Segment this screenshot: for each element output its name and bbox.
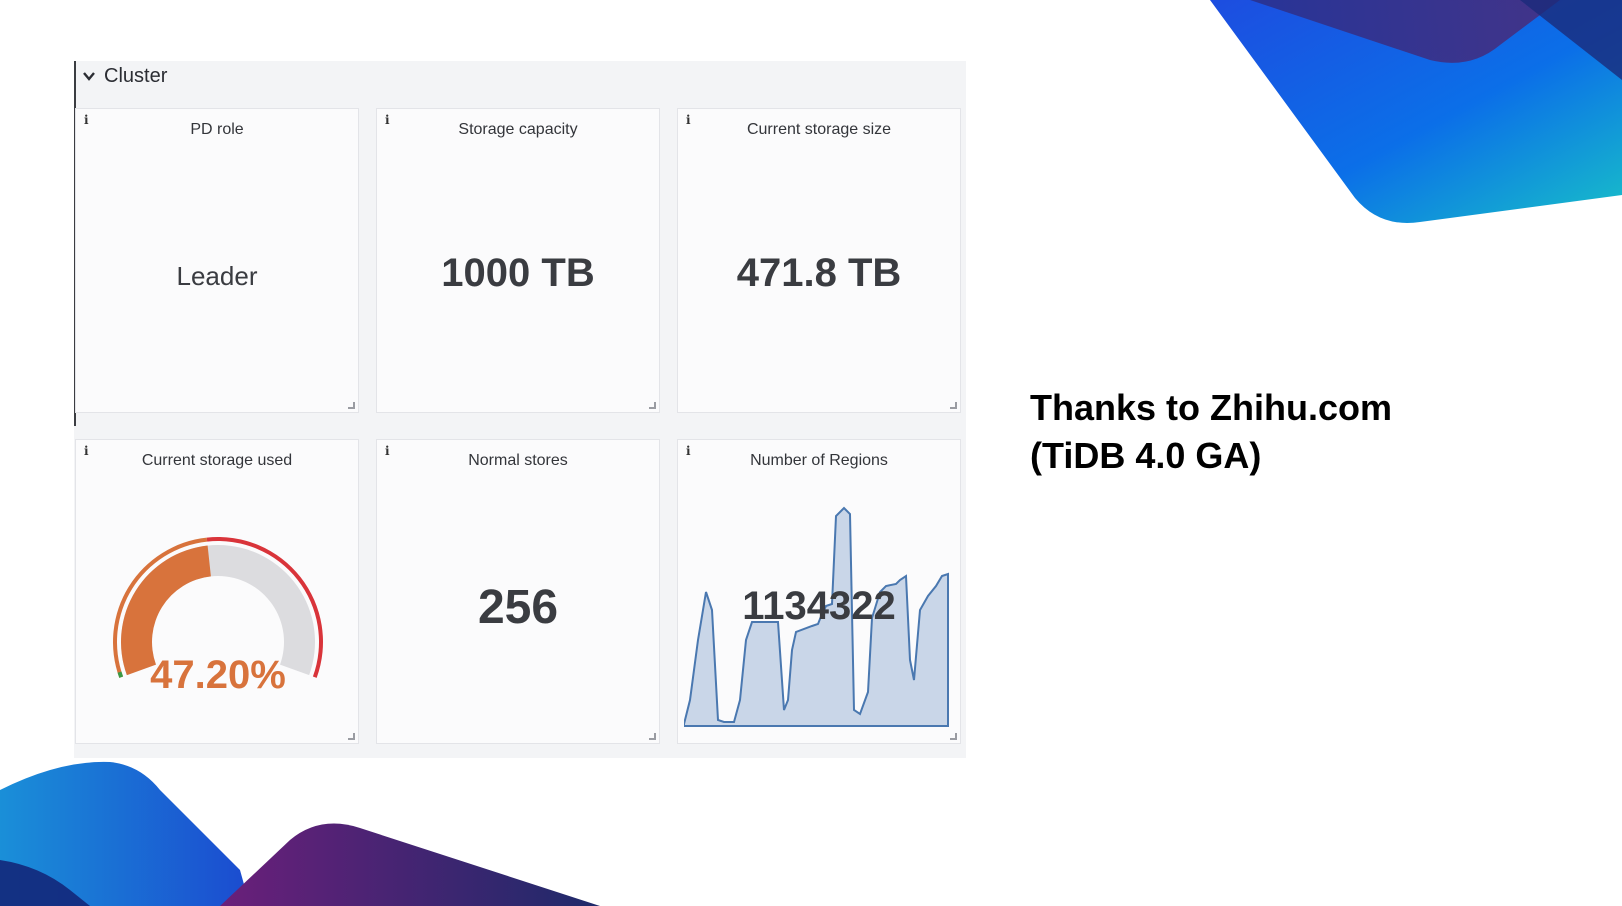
resize-handle-icon[interactable] [649,733,656,740]
panel-value: 471.8 TB [736,251,902,295]
resize-handle-icon[interactable] [649,402,656,409]
gauge-chart: 47.20% [113,537,323,697]
panel-value: 1134322 [742,584,896,628]
panel-title: Normal stores [468,452,568,469]
panel-number-of-regions[interactable]: i Number of Regions 1134322 [677,439,961,744]
chevron-down-icon[interactable] [82,69,96,83]
panel-current-storage-size[interactable]: i Current storage size 471.8 TB [677,108,961,413]
panel-title: Storage capacity [458,121,578,138]
panel-value: 1000 TB [441,251,595,295]
panel-value: Leader [176,261,258,291]
slide-caption-line2: (TiDB 4.0 GA) [1030,435,1262,476]
panel-title: Number of Regions [750,452,888,469]
row-header-cluster[interactable]: Cluster [82,61,167,91]
resize-handle-icon[interactable] [348,733,355,740]
panel-pd-role[interactable]: i PD role Leader [75,108,359,413]
resize-handle-icon[interactable] [950,402,957,409]
panel-title: Current storage used [141,452,293,469]
resize-handle-icon[interactable] [348,402,355,409]
panel-normal-stores[interactable]: i Normal stores 256 [376,439,660,744]
panel-current-storage-used[interactable]: i Current storage used 47.20% [75,439,359,744]
panel-value: 256 [477,581,559,634]
dashboard-cluster-row: Cluster i PD role Leader i Storage capac… [74,61,966,758]
row-title: Cluster [104,64,168,87]
slide-caption-line1: Thanks to Zhihu.com [1030,387,1393,428]
slide-caption: Thanks to Zhihu.com (TiDB 4.0 GA) [1030,384,1392,480]
panel-title: PD role [190,121,244,138]
resize-handle-icon[interactable] [950,733,957,740]
gauge-value: 47.20% [150,653,286,697]
panel-storage-capacity[interactable]: i Storage capacity 1000 TB [376,108,660,413]
gauge-threshold-green [117,671,124,678]
panel-title: Current storage size [746,121,892,138]
